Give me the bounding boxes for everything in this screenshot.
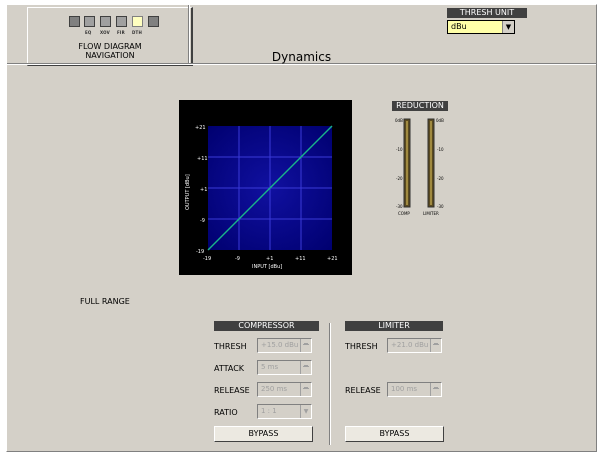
x-tick-label: -9 — [235, 256, 240, 262]
y-tick-label: -19 — [196, 249, 204, 255]
nav-label-xov: XOV — [100, 30, 110, 35]
chevron-down-icon[interactable]: ▼ — [300, 405, 311, 418]
compressor-release-input[interactable]: 250 ms — [257, 382, 312, 397]
limiter-thresh-input[interactable]: +21.0 dBu — [387, 338, 442, 353]
compressor-thresh-spinner[interactable] — [300, 339, 311, 352]
limiter-release-spinner[interactable] — [430, 383, 441, 396]
input-block-icon[interactable] — [69, 16, 80, 27]
y-tick-label: +11 — [197, 156, 208, 162]
page-title: Dynamics — [271, 50, 332, 64]
compressor-thresh-input[interactable]: +15.0 dBu — [257, 338, 312, 353]
meter-tick-label: -20 — [396, 176, 403, 181]
thresh-unit-value: dBu — [451, 22, 467, 31]
limiter-bypass-button[interactable]: BYPASS — [345, 426, 444, 442]
chevron-down-icon[interactable]: ▼ — [502, 21, 514, 33]
dynamics-panel: EQ XOV FIR DTH FLOW DIAGRAM NAVIGATION T… — [6, 4, 597, 452]
compressor-bypass-button[interactable]: BYPASS — [214, 426, 313, 442]
output-block-icon[interactable] — [148, 16, 159, 27]
compressor-attack-input[interactable]: 5 ms — [257, 360, 312, 375]
compressor-release-value: 250 ms — [261, 385, 288, 393]
reduction-meters: 0dB -10 -20 -30 0dB -10 -20 -30 COMP LIM… — [392, 102, 448, 217]
limiter-release-label: RELEASE — [345, 386, 381, 395]
limiter-header: LIMITER — [345, 321, 443, 331]
meter-tick-label: -20 — [437, 176, 444, 181]
meter-tick-label: -10 — [437, 147, 444, 152]
xov-block-icon[interactable] — [100, 16, 111, 27]
comp-meter-fill — [406, 121, 408, 205]
compressor-release-label: RELEASE — [214, 386, 250, 395]
meter-tick-label: 0dB — [436, 118, 444, 123]
compressor-attack-spinner[interactable] — [300, 361, 311, 374]
compressor-ratio-value: 1 : 1 — [261, 407, 277, 415]
dth-block-icon[interactable] — [132, 16, 143, 27]
compressor-ratio-label: RATIO — [214, 408, 238, 417]
compressor-thresh-value: +15.0 dBu — [261, 341, 299, 349]
compressor-thresh-label: THRESH — [214, 342, 247, 351]
thresh-unit-select[interactable]: dBu ▼ — [447, 20, 515, 34]
section-divider — [329, 323, 331, 445]
nav-label-dth: DTH — [132, 30, 142, 35]
meter-tick-label: -10 — [396, 147, 403, 152]
y-tick-label: +21 — [195, 125, 206, 131]
full-range-label: FULL RANGE — [80, 297, 130, 306]
limiter-release-value: 100 ms — [391, 385, 418, 393]
fir-block-icon[interactable] — [116, 16, 127, 27]
transfer-curve-graph: +21 +11 +1 -9 -19 -19 -9 +1 +11 +21 INPU… — [179, 100, 352, 275]
y-tick-label: -9 — [200, 218, 205, 224]
meter-tick-label: 0dB — [395, 118, 403, 123]
compressor-header: COMPRESSOR — [214, 321, 319, 331]
limiter-thresh-label: THRESH — [345, 342, 378, 351]
x-tick-label: +1 — [266, 256, 273, 262]
nav-label-eq: EQ — [85, 30, 92, 35]
compressor-attack-label: ATTACK — [214, 364, 245, 373]
eq-block-icon[interactable] — [84, 16, 95, 27]
y-tick-label: +1 — [200, 187, 207, 193]
thresh-unit-label: THRESH UNIT — [447, 8, 527, 18]
compressor-ratio-select[interactable]: 1 : 1 ▼ — [257, 404, 312, 419]
comp-meter-label: COMP — [398, 211, 410, 216]
limiter-thresh-value: +21.0 dBu — [391, 341, 429, 349]
limiter-meter-label: LIMITER — [423, 211, 439, 216]
y-axis-label: OUTPUT [dBu] — [185, 174, 191, 210]
compressor-attack-value: 5 ms — [261, 363, 279, 371]
meter-tick-label: -30 — [396, 204, 403, 209]
x-axis-label: INPUT [dBu] — [252, 264, 282, 270]
limiter-meter-fill — [430, 121, 432, 205]
x-tick-label: -19 — [203, 256, 211, 262]
x-tick-label: +21 — [327, 256, 338, 262]
meter-tick-label: -30 — [437, 204, 444, 209]
nav-label-fir: FIR — [117, 30, 125, 35]
limiter-thresh-spinner[interactable] — [430, 339, 441, 352]
limiter-release-input[interactable]: 100 ms — [387, 382, 442, 397]
compressor-release-spinner[interactable] — [300, 383, 311, 396]
x-tick-label: +11 — [295, 256, 306, 262]
